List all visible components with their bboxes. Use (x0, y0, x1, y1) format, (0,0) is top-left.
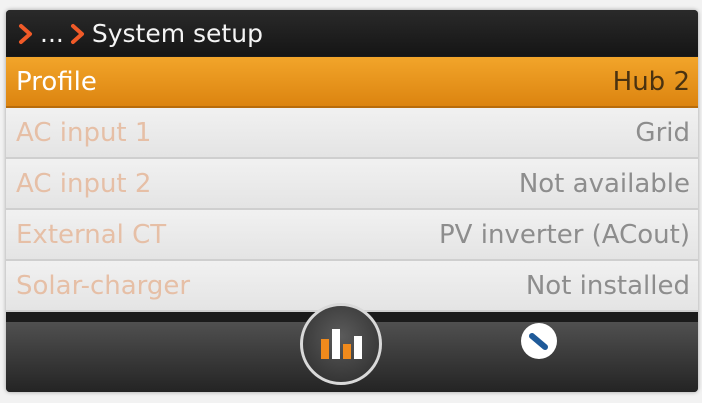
setting-label: AC input 1 (16, 117, 152, 148)
bar-chart-icon (321, 329, 362, 359)
setting-value: PV inverter (ACout) (439, 219, 690, 250)
setting-value: Not available (518, 168, 690, 199)
breadcrumb-ellipsis[interactable]: ... (40, 19, 64, 48)
setting-value: Hub 2 (612, 66, 690, 97)
setting-label: Profile (16, 66, 97, 97)
breadcrumb: ... System setup (6, 10, 698, 56)
setting-value: Grid (635, 117, 690, 148)
setting-row-external-ct[interactable]: External CT PV inverter (ACout) (6, 210, 698, 261)
setting-value: Not installed (525, 270, 690, 301)
setting-row-profile[interactable]: Profile Hub 2 (6, 57, 698, 108)
setting-label: AC input 2 (16, 168, 152, 199)
page-title: System setup (91, 18, 263, 48)
slash-circle-icon (529, 333, 548, 350)
setting-label: Solar-charger (16, 270, 191, 301)
menu-button[interactable] (521, 323, 557, 359)
setting-label: External CT (16, 219, 167, 250)
setting-row-ac-input-2[interactable]: AC input 2 Not available (6, 159, 698, 210)
settings-list: Profile Hub 2 AC input 1 Grid AC input 2… (6, 57, 698, 312)
chevron-right-icon[interactable] (18, 22, 34, 44)
chevron-right-icon (70, 22, 86, 44)
setting-row-ac-input-1[interactable]: AC input 1 Grid (6, 108, 698, 159)
overview-chart-button[interactable] (300, 303, 382, 385)
